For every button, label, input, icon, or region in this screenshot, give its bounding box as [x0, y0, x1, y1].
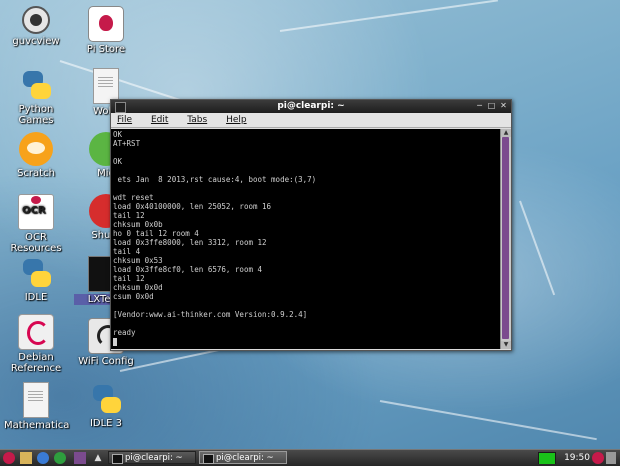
- close-icon[interactable]: ✕: [499, 101, 508, 110]
- terminal-cursor: [113, 338, 117, 346]
- terminal-line: tail 4: [113, 247, 141, 256]
- menu-file[interactable]: File: [117, 115, 140, 125]
- terminal-line: ets Jan 8 2013,rst cause:4, boot mode:(3…: [113, 175, 317, 184]
- terminal-line: tail 12: [113, 211, 145, 220]
- terminal-line: ready: [113, 328, 136, 337]
- desktop-icon-debian-reference[interactable]: Debian Reference: [4, 314, 68, 374]
- desktop-icon-idle3[interactable]: IDLE 3: [74, 382, 138, 429]
- python-icon: [19, 68, 53, 102]
- desktop-icon-label: Pi Store: [86, 44, 126, 55]
- terminal-line: chksum 0x0b: [113, 220, 163, 229]
- terminal-line: ho 0 tail 12 room 4: [113, 229, 199, 238]
- desktop-icon-label: guvcview: [12, 36, 60, 47]
- python-icon: [89, 382, 123, 416]
- terminal-output[interactable]: OK AT+RST OK ets Jan 8 2013,rst cause:4, …: [111, 129, 500, 349]
- webcam-icon: [22, 6, 50, 34]
- desktop-icon-guvcview[interactable]: guvcview: [4, 6, 68, 47]
- taskbar-task[interactable]: pi@clearpi: ~: [108, 451, 196, 464]
- terminal-line: OK: [113, 130, 123, 139]
- menu-help[interactable]: Help: [226, 115, 255, 125]
- scroll-down-icon[interactable]: ▼: [501, 341, 511, 349]
- window-titlebar[interactable]: pi@clearpi: ~ ─ □ ✕: [111, 100, 511, 113]
- terminal-icon: [203, 454, 214, 464]
- python-icon: [19, 256, 53, 290]
- desktop-icon-label: Debian Reference: [10, 352, 62, 374]
- terminal-window[interactable]: pi@clearpi: ~ ─ □ ✕ File Edit Tabs Help …: [110, 99, 512, 351]
- menu-edit-label: Edit: [150, 115, 169, 125]
- maximize-icon[interactable]: □: [487, 101, 496, 110]
- cpu-meter: [538, 452, 556, 464]
- desktop-icon-label: OCR Resources: [10, 232, 62, 254]
- document-icon: [23, 382, 49, 418]
- expand-icon[interactable]: ▲: [92, 452, 104, 464]
- terminal-icon: [115, 102, 126, 113]
- debian-icon: [18, 314, 54, 350]
- clock: 19:50: [564, 453, 590, 463]
- pi-store-icon: [88, 6, 124, 42]
- desktop-icon-scratch[interactable]: Scratch: [4, 132, 68, 179]
- terminal-line: chksum 0x53: [113, 256, 163, 265]
- terminal-icon: [112, 454, 123, 464]
- wallpaper-crack: [519, 200, 556, 296]
- scroll-up-icon[interactable]: ▲: [501, 129, 511, 137]
- wallpaper-crack: [279, 0, 498, 32]
- menu-tabs[interactable]: Tabs: [187, 115, 215, 125]
- desktop-icon-mathematica[interactable]: Mathematica: [4, 382, 70, 431]
- taskbar-task-active[interactable]: pi@clearpi: ~: [199, 451, 287, 464]
- file-manager-icon[interactable]: [20, 452, 32, 464]
- window-title: pi@clearpi: ~: [277, 101, 345, 111]
- desktop-icon-label: IDLE: [24, 292, 48, 303]
- wallpaper-crack: [379, 400, 597, 441]
- terminal-line: csum 0x0d: [113, 292, 154, 301]
- desktop-icon-idle[interactable]: IDLE: [4, 256, 68, 303]
- terminal-line: load 0x3ffe8000, len 3312, room 12: [113, 238, 267, 247]
- terminal-line: chksum 0x0d: [113, 283, 163, 292]
- terminal-line: wdt reset: [113, 193, 154, 202]
- terminal-line: load 0x3ffe8cf0, len 6576, room 4: [113, 265, 263, 274]
- desktop-icon-ocr-resources[interactable]: OCR OCR Resources: [4, 194, 68, 254]
- menu-edit[interactable]: Edit: [151, 115, 176, 125]
- taskbar: ▲ pi@clearpi: ~ pi@clearpi: ~ 19:50: [0, 449, 620, 466]
- terminal-line: [Vendor:www.ai-thinker.com Version:0.9.2…: [113, 310, 308, 319]
- scrollbar[interactable]: ▲ ▼: [500, 129, 511, 349]
- menu-tabs-label: Tabs: [187, 115, 208, 125]
- desktop-icon-label: WiFi Config: [78, 356, 134, 367]
- scratch-icon: [19, 132, 53, 166]
- terminal-line: tail 12: [113, 274, 145, 283]
- desktop-icon-python-games[interactable]: Python Games: [4, 68, 68, 126]
- ocr-text: OCR: [22, 205, 46, 216]
- browser-icon[interactable]: [37, 452, 49, 464]
- desktop-icon-pi-store[interactable]: Pi Store: [74, 6, 138, 55]
- ocr-icon: OCR: [18, 194, 54, 230]
- taskbar-task-label: pi@clearpi: ~: [216, 453, 274, 463]
- desktop-icon[interactable]: [74, 452, 86, 464]
- menu-file-label: File: [117, 115, 133, 125]
- menubar: File Edit Tabs Help: [111, 113, 511, 128]
- web-icon[interactable]: [54, 452, 66, 464]
- minimize-icon[interactable]: ─: [475, 101, 484, 110]
- menu-icon[interactable]: [3, 452, 15, 464]
- scroll-thumb[interactable]: [502, 137, 509, 339]
- desktop-icon-label: Mathematica: [4, 420, 70, 431]
- lock-icon[interactable]: [606, 452, 616, 464]
- terminal-line: AT+RST: [113, 139, 141, 148]
- menu-help-label: Help: [226, 115, 247, 125]
- terminal-line: load 0x40100000, len 25052, room 16: [113, 202, 272, 211]
- desktop-icon-label: Scratch: [17, 168, 55, 179]
- window-controls: ─ □ ✕: [475, 101, 508, 110]
- desktop-icon-label: Python Games: [18, 104, 54, 126]
- desktop-icon-label: IDLE 3: [89, 418, 123, 429]
- terminal-line: OK: [113, 157, 123, 166]
- taskbar-task-label: pi@clearpi: ~: [125, 453, 183, 463]
- power-icon[interactable]: [592, 452, 604, 464]
